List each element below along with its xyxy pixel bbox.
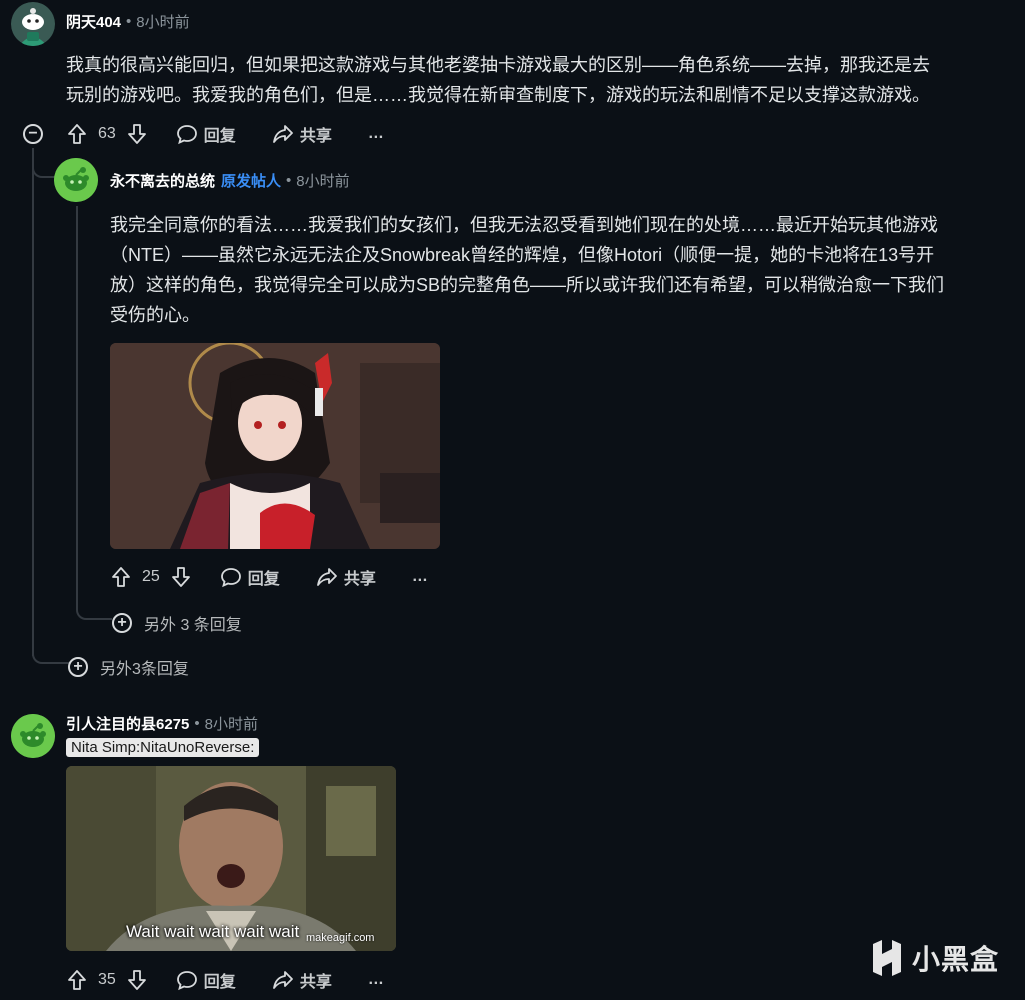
more-options-button[interactable]: … [412,568,428,586]
comment-line: （NTE）——虽然它永远无法企及Snowbreak曾经的辉煌，但像Hotori（… [110,245,935,265]
vote-count: 63 [98,125,116,142]
upvote-icon [112,567,130,587]
comment-body: 我真的很高兴能回归，但如果把这款游戏与其他老婆抽卡游戏最大的区别——角色系统——… [66,50,1016,110]
share-label: 共享 [299,128,332,145]
separator-dot: • [126,13,132,30]
thread-line-top [32,148,34,656]
expand-icon: + [68,657,88,677]
user-flair: Nita Simp:NitaUnoReverse: [66,738,260,757]
comment-line: 受伤的心。 [110,305,200,325]
comment-actions: 63 回复 共享 … [66,121,384,147]
comment-actions: 35 回复 共享 … [66,967,384,993]
comment-meta: 引人注目的县6275 • 8小时前 [66,713,258,734]
vote-count: 25 [142,568,160,585]
username[interactable]: 引人注目的县6275 [66,713,189,734]
downvote-button[interactable] [126,969,148,991]
more-replies-label: 另外3条回复 [100,661,189,678]
comment-icon [176,125,197,145]
comment-line: 我真的很高兴能回归，但如果把这款游戏与其他老婆抽卡游戏最大的区别——角色系统——… [66,55,930,75]
share-label: 共享 [343,571,376,588]
avatar[interactable] [11,714,55,758]
comment-body: 我完全同意你的看法……我爱我们的女孩们，但我无法忍受看到她们现在的处境……最近开… [110,210,1015,330]
username[interactable]: 阴天404 [66,11,121,32]
share-button[interactable]: 共享 [316,565,376,589]
upvote-icon [68,124,86,144]
more-replies-button[interactable]: + 另外3条回复 [68,655,189,679]
timestamp[interactable]: 8小时前 [136,11,189,32]
thread-line-child-curve [76,608,112,620]
more-options-button[interactable]: … [368,125,384,143]
reply-label: 回复 [203,128,236,145]
downvote-icon [127,970,146,990]
upvote-button[interactable] [66,969,88,991]
thread-line-child [76,206,78,610]
vote-count: 35 [98,971,116,988]
watermark-text: 小黑盒 [912,944,1000,975]
share-icon [272,125,293,143]
gif-watermark: makeagif.com [306,932,375,944]
share-label: 共享 [299,974,332,991]
more-replies-button[interactable]: + 另外 3 条回复 [112,611,242,635]
comment-line: 玩别的游戏吧。我爱我的角色们，但是……我觉得在新审查制度下，游戏的玩法和剧情不足… [66,85,930,105]
reply-button[interactable]: 回复 [176,968,236,992]
upvote-button[interactable] [66,123,88,145]
collapse-button[interactable]: − [23,124,43,144]
downvote-button[interactable] [126,123,148,145]
comment-meta: 永不离去的总统 原发帖人 • 8小时前 [110,170,350,191]
avatar[interactable] [11,2,55,46]
timestamp[interactable]: 8小时前 [296,170,349,191]
comment-icon [176,971,197,991]
timestamp[interactable]: 8小时前 [205,713,258,734]
reply-label: 回复 [247,571,280,588]
avatar[interactable] [54,158,98,202]
op-badge: 原发帖人 [221,173,282,190]
separator-dot: • [286,172,292,189]
username[interactable]: 永不离去的总统 [110,170,215,191]
thread-line-top-curve [32,654,70,664]
comment-image[interactable] [110,343,440,549]
comment-icon [220,568,241,588]
more-options-button[interactable]: … [368,971,384,989]
separator-dot: • [194,715,200,732]
comment-actions: 25 回复 共享 … [110,564,428,590]
share-button[interactable]: 共享 [272,122,332,146]
heybox-logo-icon [873,940,901,976]
reply-button[interactable]: 回复 [176,122,236,146]
site-watermark: 小黑盒 [870,938,999,978]
share-icon [316,568,337,586]
downvote-icon [127,124,146,144]
comment-line: 放）这样的角色，我觉得完全可以成为SB的完整角色——所以或许我们还有希望，可以稍… [110,275,945,295]
upvote-icon [68,970,86,990]
comment-gif[interactable]: Wait wait wait wait wait makeagif.com [66,766,396,951]
downvote-icon [171,567,190,587]
collapse-icon: − [28,125,38,142]
upvote-button[interactable] [110,566,132,588]
expand-icon: + [112,613,132,633]
thread-line-to-child [32,168,56,178]
downvote-button[interactable] [170,566,192,588]
more-replies-label: 另外 3 条回复 [144,617,242,634]
reply-button[interactable]: 回复 [220,565,280,589]
reply-label: 回复 [203,974,236,991]
gif-caption: Wait wait wait wait wait [126,922,300,941]
share-icon [272,971,293,989]
share-button[interactable]: 共享 [272,968,332,992]
comment-line: 我完全同意你的看法……我爱我们的女孩们，但我无法忍受看到她们现在的处境……最近开… [110,215,938,235]
comment-meta: 阴天404 • 8小时前 [66,11,190,32]
